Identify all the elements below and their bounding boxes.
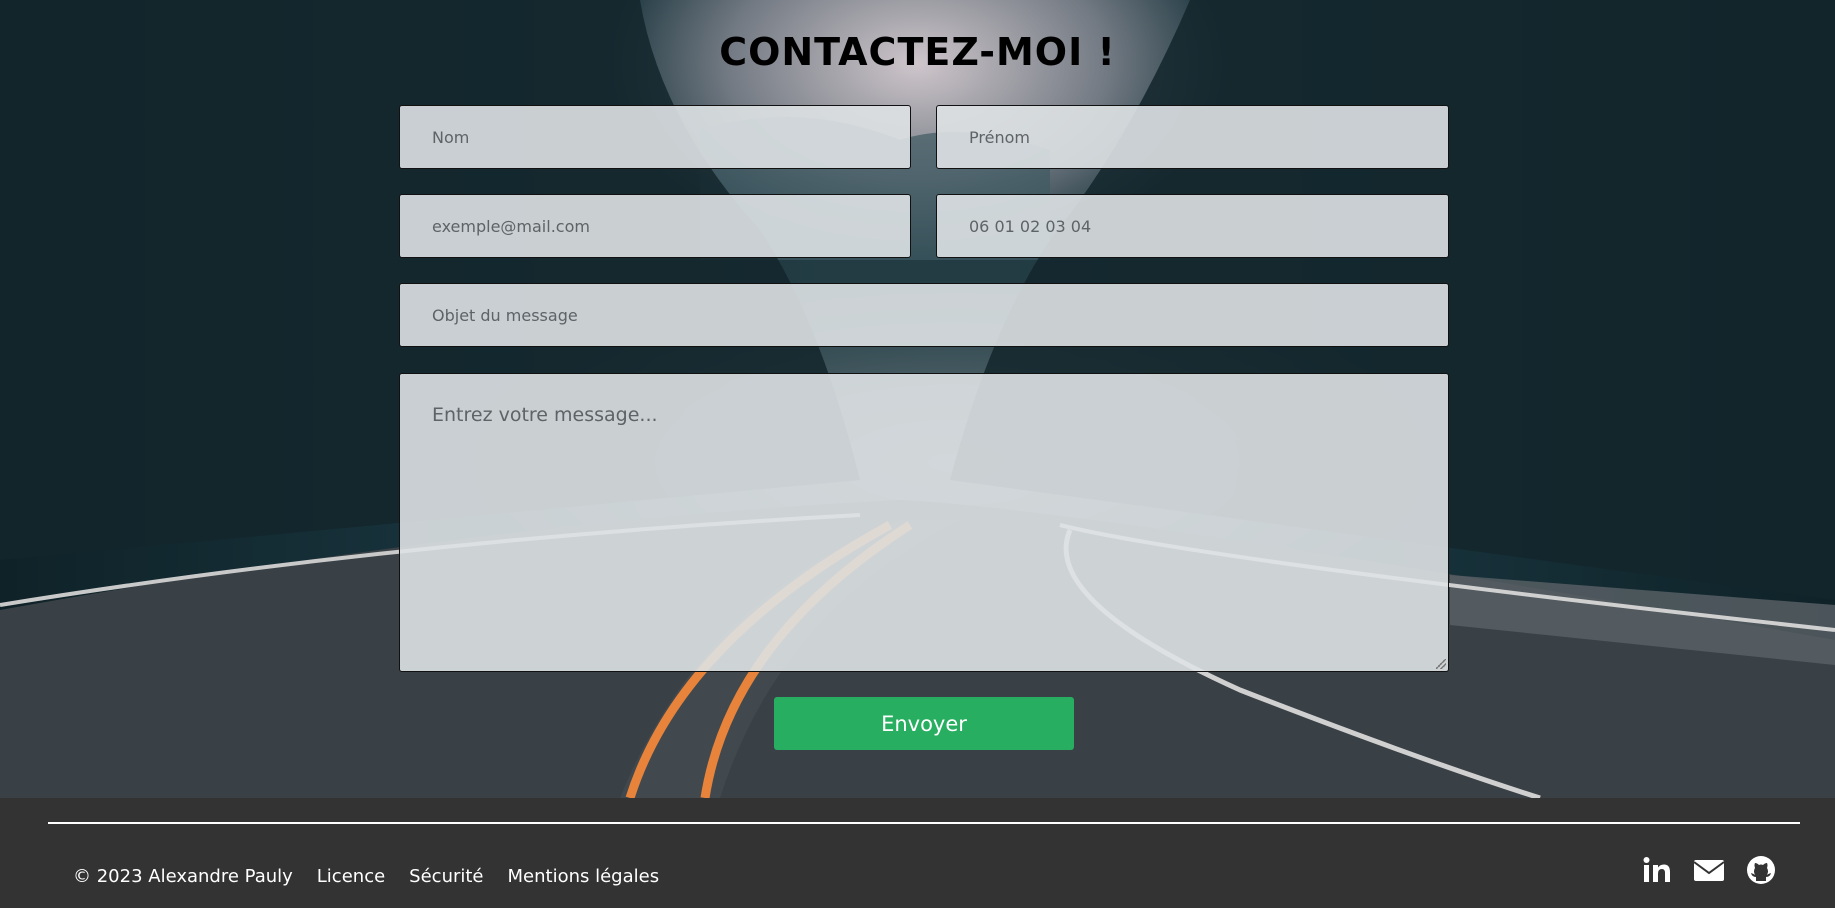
copyright-text: © 2023 Alexandre Pauly <box>73 866 293 887</box>
footer-link-securite[interactable]: Sécurité <box>409 866 483 887</box>
footer-link-mentions[interactable]: Mentions légales <box>508 866 660 887</box>
resize-handle[interactable] <box>1436 659 1446 669</box>
message-textarea[interactable]: Entrez votre message... <box>399 373 1449 672</box>
footer-links: © 2023 Alexandre Pauly Licence Sécurité … <box>73 866 659 887</box>
send-button-label: Envoyer <box>881 711 967 736</box>
footer-link-licence[interactable]: Licence <box>317 866 385 887</box>
message-placeholder: Entrez votre message... <box>432 404 658 426</box>
github-icon[interactable] <box>1745 854 1777 886</box>
page-title: CONTACTEZ-MOI ! <box>719 30 1116 74</box>
linkedin-icon[interactable] <box>1641 854 1673 886</box>
send-button[interactable]: Envoyer <box>774 697 1074 750</box>
prenom-input[interactable]: Prénom <box>936 105 1449 169</box>
mail-icon[interactable] <box>1693 854 1725 886</box>
subject-placeholder: Objet du message <box>432 305 578 325</box>
phone-input[interactable]: 06 01 02 03 04 <box>936 194 1449 258</box>
email-placeholder: exemple@mail.com <box>432 216 590 236</box>
footer: © 2023 Alexandre Pauly Licence Sécurité … <box>0 798 1835 908</box>
nom-input[interactable]: Nom <box>399 105 911 169</box>
subject-input[interactable]: Objet du message <box>399 283 1449 347</box>
hero-background: CONTACTEZ-MOI ! Nom Prénom exemple@mail.… <box>0 0 1835 798</box>
nom-placeholder: Nom <box>432 127 470 147</box>
prenom-placeholder: Prénom <box>969 127 1030 147</box>
social-icons <box>1641 854 1777 886</box>
email-input[interactable]: exemple@mail.com <box>399 194 911 258</box>
phone-placeholder: 06 01 02 03 04 <box>969 216 1092 236</box>
footer-divider <box>48 822 1800 824</box>
